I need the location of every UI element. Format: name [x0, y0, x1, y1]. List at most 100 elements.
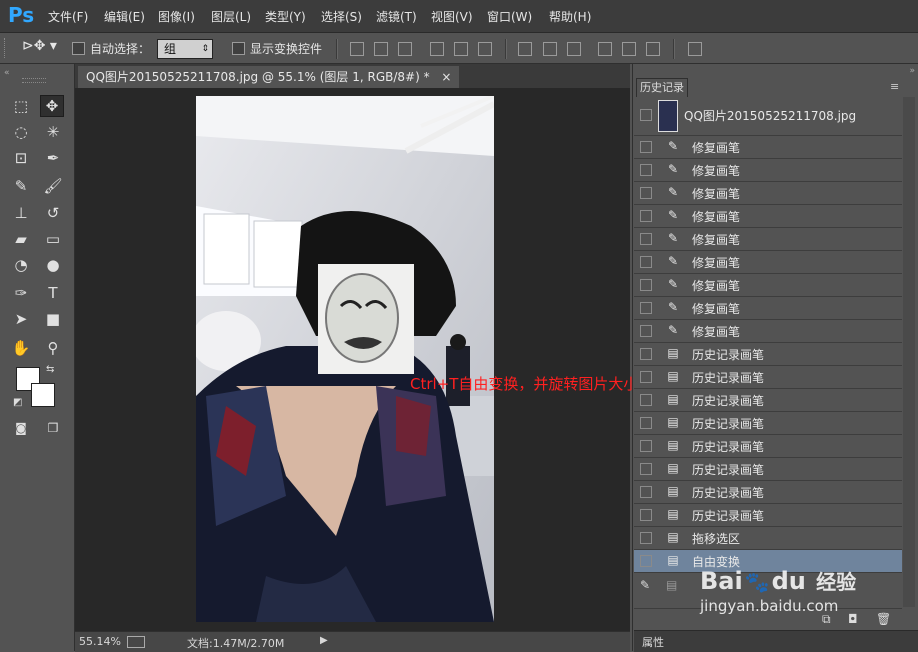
- history-brush-tool-icon[interactable]: ↺: [42, 203, 64, 223]
- history-item-checkbox[interactable]: [640, 532, 652, 544]
- history-item-checkbox[interactable]: [640, 348, 652, 360]
- history-scrollbar[interactable]: [903, 97, 915, 607]
- history-item[interactable]: ▤ 历史记录画笔: [634, 412, 902, 435]
- history-item-checkbox[interactable]: [640, 509, 652, 521]
- zoom-tool-icon[interactable]: ⚲: [42, 338, 64, 358]
- document-image[interactable]: [196, 96, 494, 622]
- brush-tool-icon[interactable]: 🖌: [42, 176, 64, 196]
- history-item[interactable]: ▤ 历史记录画笔: [634, 481, 902, 504]
- blur-tool-icon[interactable]: ◔: [10, 255, 32, 275]
- healing-brush-tool-icon[interactable]: ✎: [10, 176, 32, 196]
- background-color-swatch[interactable]: [31, 383, 55, 407]
- history-item-checkbox[interactable]: [640, 164, 652, 176]
- crop-tool-icon[interactable]: ⊡: [10, 148, 32, 168]
- menu-filter[interactable]: 滤镜(T): [376, 8, 417, 25]
- history-item[interactable]: ✎ 修复画笔: [634, 159, 902, 182]
- distribute-right-icon[interactable]: [646, 42, 660, 56]
- panel-collapse-icon[interactable]: »: [909, 66, 915, 76]
- tab-history[interactable]: 历史记录: [636, 78, 688, 97]
- auto-select-checkbox[interactable]: [72, 42, 85, 55]
- history-item[interactable]: ✎ 修复画笔: [634, 136, 902, 159]
- history-item[interactable]: ✎ 修复画笔: [634, 297, 902, 320]
- history-item[interactable]: ✎ 修复画笔: [634, 274, 902, 297]
- history-item[interactable]: ▤ 历史记录画笔: [634, 389, 902, 412]
- menu-layer[interactable]: 图层(L): [211, 8, 251, 25]
- clone-stamp-tool-icon[interactable]: ⊥: [10, 203, 32, 223]
- history-item-checkbox[interactable]: [640, 187, 652, 199]
- menu-edit[interactable]: 编辑(E): [104, 8, 145, 25]
- auto-align-layers-icon[interactable]: [688, 42, 702, 56]
- screen-mode-icon[interactable]: ❐: [42, 418, 64, 438]
- history-item-checkbox[interactable]: [640, 279, 652, 291]
- history-item-checkbox[interactable]: [640, 325, 652, 337]
- trash-icon[interactable]: 🗑: [876, 612, 891, 626]
- history-item[interactable]: ▤ 历史记录画笔: [634, 504, 902, 527]
- menu-type[interactable]: 类型(Y): [265, 8, 306, 25]
- pen-tool-icon[interactable]: ✑: [10, 283, 32, 303]
- info-icon[interactable]: [127, 636, 145, 648]
- history-item-checkbox[interactable]: [640, 371, 652, 383]
- close-tab-icon[interactable]: ×: [441, 70, 451, 84]
- align-top-icon[interactable]: [350, 42, 364, 56]
- history-item-checkbox[interactable]: [640, 394, 652, 406]
- move-tool-icon[interactable]: ✥: [40, 95, 64, 117]
- align-vertical-center-icon[interactable]: [374, 42, 388, 56]
- history-item-checkbox[interactable]: [640, 210, 652, 222]
- rectangle-tool-icon[interactable]: ■: [42, 309, 64, 329]
- distribute-top-icon[interactable]: [518, 42, 532, 56]
- history-item[interactable]: ▤ 历史记录画笔: [634, 458, 902, 481]
- history-item-checkbox[interactable]: [640, 302, 652, 314]
- menu-help[interactable]: 帮助(H): [549, 8, 591, 25]
- history-item[interactable]: ▤ 历史记录画笔: [634, 343, 902, 366]
- history-item[interactable]: ▤ 历史记录画笔: [634, 435, 902, 458]
- collapse-arrows-icon[interactable]: «: [4, 68, 10, 78]
- history-item-checkbox[interactable]: [640, 141, 652, 153]
- eraser-tool-icon[interactable]: ▰: [10, 229, 32, 249]
- history-item[interactable]: ▤ 拖移选区: [634, 527, 902, 550]
- marquee-tool-icon[interactable]: ⬚: [10, 96, 32, 116]
- quick-mask-icon[interactable]: ◙: [10, 418, 32, 438]
- menu-view[interactable]: 视图(V): [431, 8, 473, 25]
- history-item-checkbox[interactable]: [640, 256, 652, 268]
- zoom-level[interactable]: 55.14%: [79, 635, 121, 648]
- gradient-tool-icon[interactable]: ▭: [42, 229, 64, 249]
- default-colors-icon[interactable]: ◩: [13, 397, 22, 408]
- swap-colors-icon[interactable]: ⇆: [46, 364, 54, 375]
- auto-select-dropdown[interactable]: 组 ⇕: [157, 39, 213, 59]
- menu-file[interactable]: 文件(F): [48, 8, 88, 25]
- snapshot-checkbox[interactable]: [640, 109, 652, 121]
- history-brush-source-icon[interactable]: ✎: [640, 578, 650, 592]
- menu-image[interactable]: 图像(I): [158, 8, 195, 25]
- magic-wand-tool-icon[interactable]: ✳: [42, 122, 64, 142]
- align-right-icon[interactable]: [478, 42, 492, 56]
- history-snapshot[interactable]: QQ图片20150525211708.jpg: [634, 97, 902, 136]
- align-left-icon[interactable]: [430, 42, 444, 56]
- eyedropper-tool-icon[interactable]: ✒: [42, 148, 64, 168]
- status-menu-arrow-icon[interactable]: ▶: [320, 635, 328, 646]
- history-item-checkbox[interactable]: [640, 555, 652, 567]
- move-tool-preset-icon[interactable]: ⊳✥ ▾: [22, 38, 57, 54]
- distribute-left-icon[interactable]: [598, 42, 612, 56]
- history-item-checkbox[interactable]: [640, 440, 652, 452]
- menu-select[interactable]: 选择(S): [321, 8, 362, 25]
- type-tool-icon[interactable]: T: [42, 283, 64, 303]
- align-horizontal-center-icon[interactable]: [454, 42, 468, 56]
- history-item[interactable]: ✎ 修复画笔: [634, 182, 902, 205]
- history-item[interactable]: ▤ 历史记录画笔: [634, 366, 902, 389]
- panel-menu-icon[interactable]: ≡: [890, 80, 899, 93]
- history-item-checkbox[interactable]: [640, 417, 652, 429]
- menu-window[interactable]: 窗口(W): [487, 8, 532, 25]
- lasso-tool-icon[interactable]: ◌: [10, 122, 32, 142]
- dodge-tool-icon[interactable]: ●: [42, 255, 64, 275]
- path-selection-tool-icon[interactable]: ➤: [10, 309, 32, 329]
- tab-properties[interactable]: 属性: [642, 634, 664, 650]
- history-item-checkbox[interactable]: [640, 233, 652, 245]
- history-item[interactable]: ✎ 修复画笔: [634, 205, 902, 228]
- align-bottom-icon[interactable]: [398, 42, 412, 56]
- distribute-bottom-icon[interactable]: [567, 42, 581, 56]
- document-tab[interactable]: QQ图片20150525211708.jpg @ 55.1% (图层 1, RG…: [78, 66, 460, 88]
- distribute-horizontal-center-icon[interactable]: [622, 42, 636, 56]
- history-item[interactable]: ✎ 修复画笔: [634, 251, 902, 274]
- hand-tool-icon[interactable]: ✋: [10, 338, 32, 358]
- history-item[interactable]: ✎ 修复画笔: [634, 320, 902, 343]
